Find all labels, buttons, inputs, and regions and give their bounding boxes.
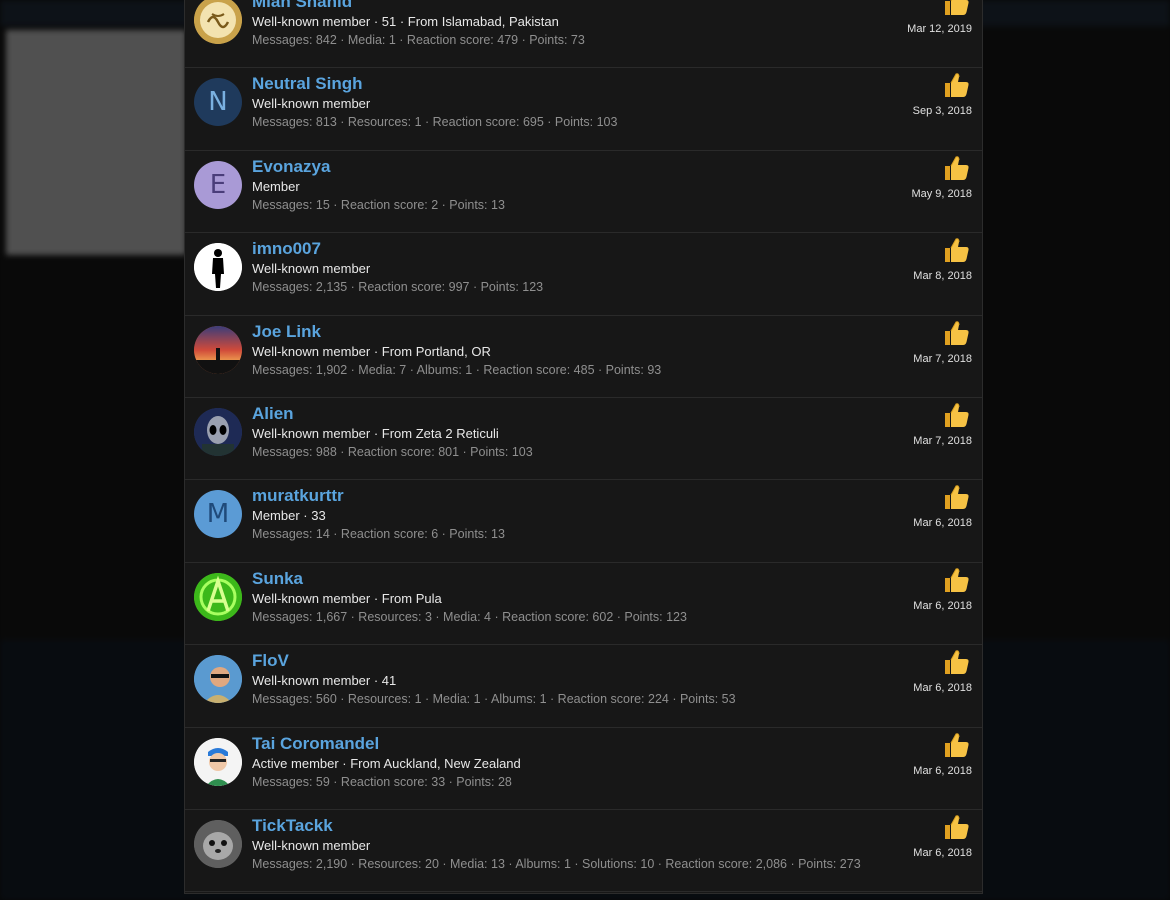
avatar[interactable]: [194, 819, 242, 868]
user-stats: Messages: 842 · Media: 1 · Reaction scor…: [252, 33, 585, 47]
thumbs-up-icon: [942, 730, 972, 760]
cartoon-person-icon: [194, 737, 242, 786]
username-link[interactable]: FloV: [252, 651, 289, 671]
avatar[interactable]: [194, 243, 242, 292]
reaction-row: Mmuratkurttr Member · 33 Messages: 14 · Re…: [185, 480, 982, 563]
username-link[interactable]: Mian Shahid: [252, 0, 352, 12]
user-stats: Messages: 14 · Reaction score: 6 · Point…: [252, 527, 505, 542]
reaction-row: FloV Well-known member · 41 Messages: 560 …: [185, 645, 982, 728]
username-link[interactable]: muratkurttr: [252, 486, 344, 506]
reaction-date: Mar 7, 2018: [913, 352, 972, 365]
user-stats: Messages: 15 · Reaction score: 2 · Point…: [252, 197, 505, 212]
user-stats: Messages: 813 · Resources: 1 · Reaction …: [252, 115, 618, 130]
user-stats: Messages: 1,902 · Media: 7 · Albums: 1 ·…: [252, 362, 662, 377]
avatar-letter: E: [209, 169, 227, 200]
user-title-info: Well-known member · 51 · From Islamabad,…: [252, 14, 559, 29]
reaction-date: Mar 6, 2018: [913, 764, 972, 777]
thumbs-up-icon: [942, 153, 972, 183]
thumbs-up-icon: [942, 565, 972, 595]
sunset-photo-icon: [194, 325, 242, 374]
thumbs-up-icon: [942, 812, 972, 842]
user-title-info: Well-known member · From Portland, OR: [252, 343, 491, 359]
avatar[interactable]: [194, 325, 242, 374]
thumbs-up-icon: [942, 318, 972, 348]
reaction-date: Mar 12, 2019: [907, 23, 972, 35]
username-link[interactable]: TickTackk: [252, 816, 333, 836]
user-stats: Messages: 988 · Reaction score: 801 · Po…: [252, 444, 533, 459]
username-link[interactable]: Tai Coromandel: [252, 734, 379, 754]
user-title-info: Member: [252, 178, 300, 194]
reaction-row: Mian Shahid Well-known member · 51 · From…: [185, 0, 982, 69]
avatar[interactable]: [194, 407, 242, 456]
user-stats: Messages: 1,667 · Resources: 3 · Media: …: [252, 609, 687, 624]
reaction-date: Mar 6, 2018: [913, 846, 972, 859]
user-stats: Messages: 2,135 · Reaction score: 997 · …: [252, 280, 544, 295]
reaction-row: Tai Coromandel Active member · From Auckl…: [185, 728, 982, 810]
avatar[interactable]: [194, 655, 242, 704]
user-title-info: Well-known member · From Pula: [252, 590, 442, 606]
seal-photo-icon: [194, 819, 242, 868]
thumbs-up-icon: [942, 647, 972, 677]
username-link[interactable]: Sunka: [252, 569, 303, 589]
reaction-row: N Neutral Singh Well-known member Messages:…: [185, 68, 982, 151]
reaction-date: Mar 8, 2018: [913, 270, 972, 283]
person-photo-icon: [194, 655, 242, 704]
user-title-info: Well-known member: [252, 96, 371, 112]
reaction-row: Joe Link Well-known member · From Portlan…: [185, 316, 982, 398]
avatar[interactable]: [194, 737, 242, 786]
reaction-row: TickTackk Well-known member Messages: 2,19…: [185, 810, 982, 893]
avatar[interactable]: M: [194, 490, 242, 539]
user-title-info: Well-known member: [252, 261, 371, 277]
reaction-row: Alien Well-known member · From Zeta 2 Ret…: [185, 398, 982, 481]
avatar[interactable]: [194, 0, 242, 44]
username-link[interactable]: Neutral Singh: [252, 74, 363, 94]
user-title-info: Well-known member · 41: [252, 673, 397, 689]
reaction-row: Sunka Well-known member · From Pula Messag…: [185, 563, 982, 646]
user-stats: Messages: 560 · Resources: 1 · Media: 1 …: [252, 692, 736, 707]
avatar[interactable]: [194, 572, 242, 621]
reaction-date: Sep 3, 2018: [912, 105, 972, 118]
user-title-info: Member · 33: [252, 508, 326, 524]
user-title-info: Well-known member: [252, 837, 371, 853]
user-title-info: Active member · From Auckland, New Zeala…: [252, 755, 521, 771]
username-link[interactable]: imno007: [252, 239, 321, 259]
thumbs-up-icon: [942, 0, 972, 18]
reaction-date: Mar 6, 2018: [913, 599, 972, 612]
user-stats: Messages: 59 · Reaction score: 33 · Poin…: [252, 774, 512, 789]
reactions-list-panel: Mian Shahid Well-known member · 51 · From…: [184, 0, 983, 894]
silhouette-icon: [194, 243, 242, 292]
username-link[interactable]: Evonazya: [252, 157, 330, 177]
thumbs-up-icon: [942, 70, 972, 100]
thumbs-up-icon: [942, 482, 972, 512]
reaction-date: Mar 6, 2018: [913, 682, 972, 695]
username-link[interactable]: Alien: [252, 404, 294, 424]
reaction-date: Mar 6, 2018: [913, 517, 972, 530]
avatar[interactable]: N: [194, 78, 242, 127]
green-anarchy-icon: [194, 572, 242, 621]
avatar[interactable]: E: [194, 160, 242, 209]
calligraphy-emblem-icon: [194, 0, 242, 44]
avatar-letter: M: [206, 499, 230, 530]
reaction-date: May 9, 2018: [911, 187, 972, 200]
reaction-row: E Evonazya Member Messages: 15 · Reaction s…: [185, 151, 982, 234]
reaction-row: imno007 Well-known member Messages: 2,135 …: [185, 233, 982, 316]
user-title-info: Well-known member · From Zeta 2 Reticuli: [252, 425, 499, 441]
reaction-date: Mar 7, 2018: [913, 434, 972, 447]
thumbs-up-icon: [942, 235, 972, 265]
username-link[interactable]: Joe Link: [252, 322, 321, 342]
alien-icon: [194, 407, 242, 456]
thumbs-up-icon: [942, 400, 972, 430]
avatar-letter: N: [208, 87, 228, 118]
user-stats: Messages: 2,190 · Resources: 20 · Media:…: [252, 856, 861, 871]
